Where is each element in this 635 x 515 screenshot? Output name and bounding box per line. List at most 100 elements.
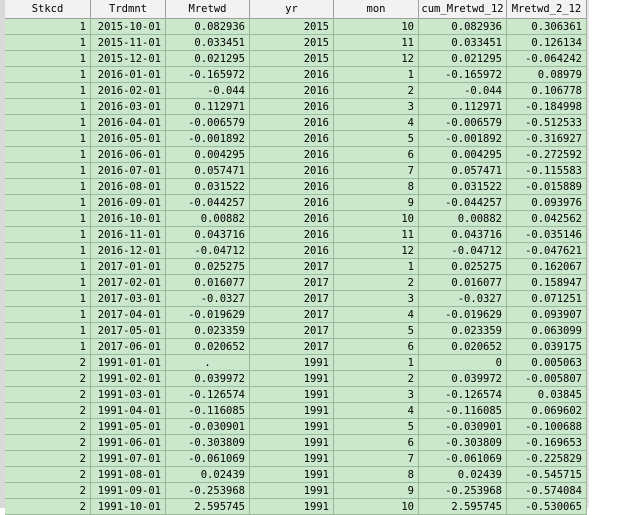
cell-yr[interactable]: 2016 [250, 67, 334, 83]
cell-trdmnt[interactable]: 1991-08-01 [91, 467, 166, 483]
cell-mretwd[interactable]: 0.00882 [166, 211, 250, 227]
cell-trdmnt[interactable]: 2016-11-01 [91, 227, 166, 243]
cell-mon[interactable]: 8 [334, 179, 419, 195]
cell-trdmnt[interactable]: 2016-06-01 [91, 147, 166, 163]
cell-stkcd[interactable]: 1 [5, 131, 91, 147]
cell-mon[interactable]: 10 [334, 19, 419, 35]
cell-stkcd[interactable]: 1 [5, 323, 91, 339]
table-row[interactable]: 1 2017-02-01 0.016077 2017 2 0.016077 0.158947 [5, 275, 587, 291]
cell-yr[interactable]: 2016 [250, 163, 334, 179]
cell-cum-mretwd-12[interactable]: 0.057471 [419, 163, 507, 179]
cell-mretwd[interactable]: 0.082936 [166, 19, 250, 35]
cell-mretwd-2-12[interactable]: 0.042562 [507, 211, 587, 227]
cell-mretwd[interactable]: 0.025275 [166, 259, 250, 275]
table-row[interactable]: 2 1991-05-01 -0.030901 1991 5 -0.030901 -0.100… [5, 419, 587, 435]
cell-stkcd[interactable]: 1 [5, 35, 91, 51]
table-row[interactable]: 2 1991-08-01 0.02439 1991 8 0.02439 -0.545715 [5, 467, 587, 483]
table-row[interactable]: 1 2016-08-01 0.031522 2016 8 0.031522 -0.01588… [5, 179, 587, 195]
cell-mretwd[interactable]: -0.006579 [166, 115, 250, 131]
cell-mon[interactable]: 5 [334, 323, 419, 339]
cell-mretwd[interactable]: -0.04712 [166, 243, 250, 259]
cell-yr[interactable]: 2015 [250, 19, 334, 35]
cell-yr[interactable]: 1991 [250, 371, 334, 387]
cell-cum-mretwd-12[interactable]: 0.039972 [419, 371, 507, 387]
cell-mon[interactable]: 4 [334, 403, 419, 419]
cell-mon[interactable]: 1 [334, 67, 419, 83]
cell-trdmnt[interactable]: 1991-07-01 [91, 451, 166, 467]
cell-mretwd-2-12[interactable]: 0.08979 [507, 67, 587, 83]
cell-stkcd[interactable]: 1 [5, 99, 91, 115]
cell-mretwd-2-12[interactable]: -0.574084 [507, 483, 587, 499]
cell-trdmnt[interactable]: 2017-03-01 [91, 291, 166, 307]
cell-stkcd[interactable]: 2 [5, 483, 91, 499]
column-header-cum-mretwd-12[interactable]: cum_Mretwd_12 [419, 0, 507, 19]
cell-mon[interactable]: 12 [334, 51, 419, 67]
cell-stkcd[interactable]: 2 [5, 419, 91, 435]
cell-mon[interactable]: 3 [334, 387, 419, 403]
cell-stkcd[interactable]: 1 [5, 275, 91, 291]
cell-yr[interactable]: 2016 [250, 115, 334, 131]
cell-trdmnt[interactable]: 2015-12-01 [91, 51, 166, 67]
cell-trdmnt[interactable]: 2016-03-01 [91, 99, 166, 115]
cell-cum-mretwd-12[interactable]: 2.595745 [419, 499, 507, 515]
cell-mretwd-2-12[interactable]: -0.115583 [507, 163, 587, 179]
cell-mretwd-2-12[interactable]: 0.005063 [507, 355, 587, 371]
cell-mretwd[interactable]: -0.001892 [166, 131, 250, 147]
cell-stkcd[interactable]: 1 [5, 307, 91, 323]
cell-stkcd[interactable]: 2 [5, 387, 91, 403]
cell-cum-mretwd-12[interactable]: 0.031522 [419, 179, 507, 195]
cell-stkcd[interactable]: 1 [5, 115, 91, 131]
cell-cum-mretwd-12[interactable]: -0.061069 [419, 451, 507, 467]
cell-mretwd[interactable]: -0.165972 [166, 67, 250, 83]
cell-mretwd[interactable]: 0.02439 [166, 467, 250, 483]
cell-mretwd-2-12[interactable]: 0.069602 [507, 403, 587, 419]
table-row[interactable]: 1 2016-09-01 -0.044257 2016 9 -0.044257 0.0939… [5, 195, 587, 211]
cell-trdmnt[interactable]: 2017-01-01 [91, 259, 166, 275]
cell-stkcd[interactable]: 1 [5, 259, 91, 275]
cell-trdmnt[interactable]: 2016-07-01 [91, 163, 166, 179]
cell-cum-mretwd-12[interactable]: -0.044 [419, 83, 507, 99]
cell-mretwd-2-12[interactable]: -0.035146 [507, 227, 587, 243]
cell-mretwd[interactable]: 2.595745 [166, 499, 250, 515]
column-header-mon[interactable]: mon [334, 0, 419, 19]
cell-trdmnt[interactable]: 2017-02-01 [91, 275, 166, 291]
cell-trdmnt[interactable]: 1991-02-01 [91, 371, 166, 387]
cell-mretwd-2-12[interactable]: 0.039175 [507, 339, 587, 355]
cell-mretwd-2-12[interactable]: -0.530065 [507, 499, 587, 515]
cell-yr[interactable]: 1991 [250, 435, 334, 451]
table-row[interactable]: 1 2016-06-01 0.004295 2016 6 0.004295 -0.27259… [5, 147, 587, 163]
cell-cum-mretwd-12[interactable]: -0.001892 [419, 131, 507, 147]
cell-mretwd[interactable]: 0.033451 [166, 35, 250, 51]
cell-mon[interactable]: 1 [334, 355, 419, 371]
cell-mon[interactable]: 12 [334, 243, 419, 259]
cell-mon[interactable]: 3 [334, 291, 419, 307]
cell-mretwd-2-12[interactable]: -0.169653 [507, 435, 587, 451]
table-row[interactable]: 1 2016-10-01 0.00882 2016 10 0.00882 0.042562 [5, 211, 587, 227]
cell-mon[interactable]: 10 [334, 499, 419, 515]
cell-mon[interactable]: 11 [334, 35, 419, 51]
table-row[interactable]: 1 2016-07-01 0.057471 2016 7 0.057471 -0.11558… [5, 163, 587, 179]
cell-mon[interactable]: 9 [334, 195, 419, 211]
cell-yr[interactable]: 2015 [250, 35, 334, 51]
cell-mon[interactable]: 6 [334, 147, 419, 163]
cell-cum-mretwd-12[interactable]: 0.025275 [419, 259, 507, 275]
cell-mretwd-2-12[interactable]: 0.093976 [507, 195, 587, 211]
table-row[interactable]: 2 1991-06-01 -0.303809 1991 6 -0.303809 -0.169… [5, 435, 587, 451]
cell-yr[interactable]: 2017 [250, 339, 334, 355]
cell-trdmnt[interactable]: 2016-05-01 [91, 131, 166, 147]
cell-stkcd[interactable]: 1 [5, 51, 91, 67]
table-row[interactable]: 1 2015-11-01 0.033451 2015 11 0.033451 0.12613… [5, 35, 587, 51]
table-row[interactable]: 1 2017-04-01 -0.019629 2017 4 -0.019629 0.0939… [5, 307, 587, 323]
cell-cum-mretwd-12[interactable]: -0.126574 [419, 387, 507, 403]
cell-cum-mretwd-12[interactable]: -0.116085 [419, 403, 507, 419]
cell-yr[interactable]: 1991 [250, 403, 334, 419]
cell-mon[interactable]: 2 [334, 275, 419, 291]
cell-mon[interactable]: 11 [334, 227, 419, 243]
cell-mretwd-2-12[interactable]: -0.272592 [507, 147, 587, 163]
cell-yr[interactable]: 1991 [250, 355, 334, 371]
cell-stkcd[interactable]: 1 [5, 291, 91, 307]
cell-stkcd[interactable]: 2 [5, 403, 91, 419]
table-row[interactable]: 1 2016-04-01 -0.006579 2016 4 -0.006579 -0.512… [5, 115, 587, 131]
cell-mon[interactable]: 4 [334, 307, 419, 323]
cell-mon[interactable]: 10 [334, 211, 419, 227]
